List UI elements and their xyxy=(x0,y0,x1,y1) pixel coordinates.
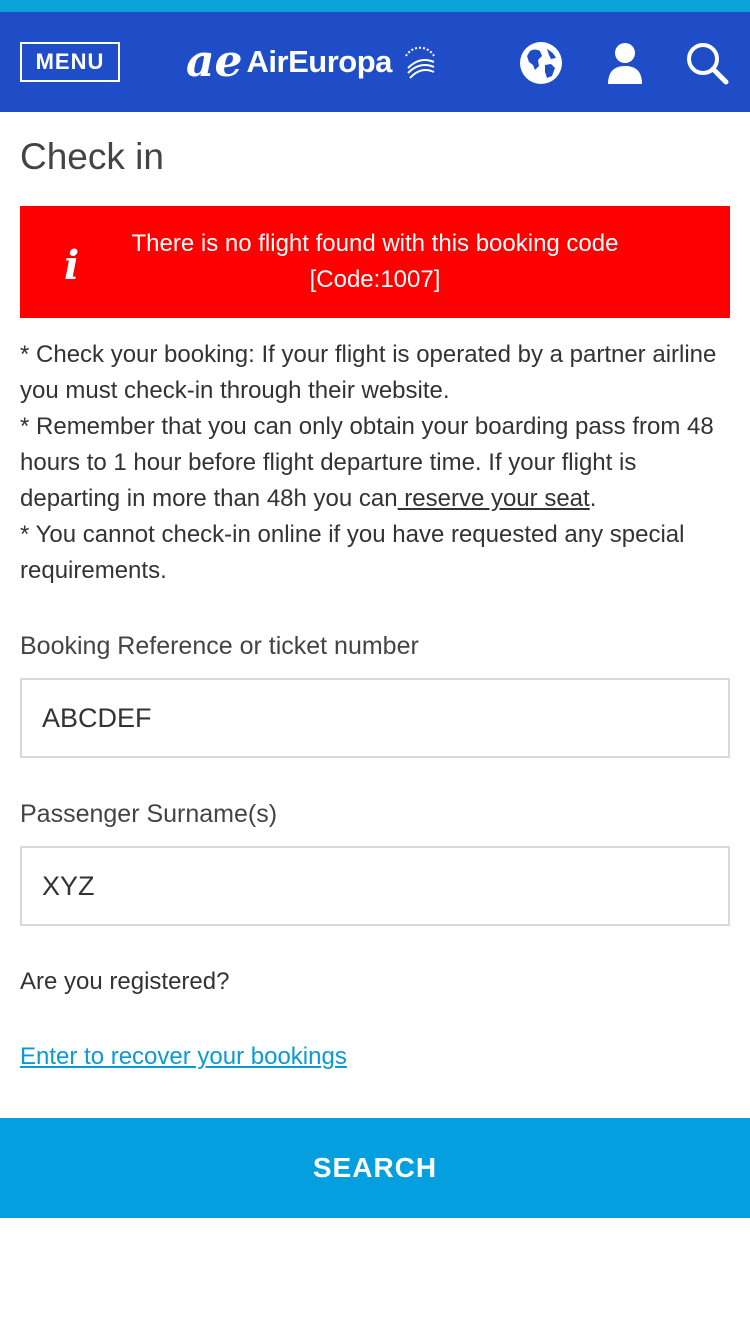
passenger-surname-label: Passenger Surname(s) xyxy=(20,800,278,828)
checkin-info: * Check your booking: If your flight is … xyxy=(20,337,732,589)
error-message-line: There is no flight found with this booki… xyxy=(131,230,619,257)
booking-reference-label: Booking Reference or ticket number xyxy=(20,632,419,660)
info-icon: i xyxy=(64,242,80,289)
logo-text: AirEuropa xyxy=(246,44,393,79)
registered-question: Are you registered? xyxy=(20,968,230,995)
logo-mark: ae xyxy=(186,36,243,87)
booking-reference-input[interactable]: ABCDEF xyxy=(20,678,730,758)
top-accent-strip xyxy=(0,0,750,12)
info-boarding-pass-note: * Remember that you can only obtain your… xyxy=(20,409,732,517)
error-message: There is no flight found with this booki… xyxy=(100,226,650,298)
error-code: [Code:1007] xyxy=(309,266,441,293)
search-button[interactable]: SEARCH xyxy=(0,1118,750,1218)
recover-bookings-link[interactable]: Enter to recover your bookings xyxy=(20,1043,347,1071)
menu-button[interactable]: MENU xyxy=(20,42,120,82)
reserve-seat-link[interactable]: reserve your seat xyxy=(398,485,589,512)
info-special-requirements-note: * You cannot check-in online if you have… xyxy=(20,521,685,584)
search-icon[interactable] xyxy=(684,40,730,86)
error-alert: i There is no flight found with this boo… xyxy=(20,206,730,318)
page-title: Check in xyxy=(20,136,164,177)
top-navbar: MENU ae AirEuropa xyxy=(0,12,750,112)
user-icon[interactable] xyxy=(602,40,648,86)
globe-icon[interactable] xyxy=(518,40,564,86)
info-period: . xyxy=(589,485,597,512)
passenger-surname-input[interactable]: XYZ xyxy=(20,846,730,926)
info-partner-note: * Check your booking: If your flight is … xyxy=(20,341,717,404)
info-boarding-pass-text: * Remember that you can only obtain your… xyxy=(20,413,714,512)
aireuropa-logo[interactable]: ae AirEuropa xyxy=(186,38,440,86)
skyteam-badge-icon xyxy=(405,46,435,79)
